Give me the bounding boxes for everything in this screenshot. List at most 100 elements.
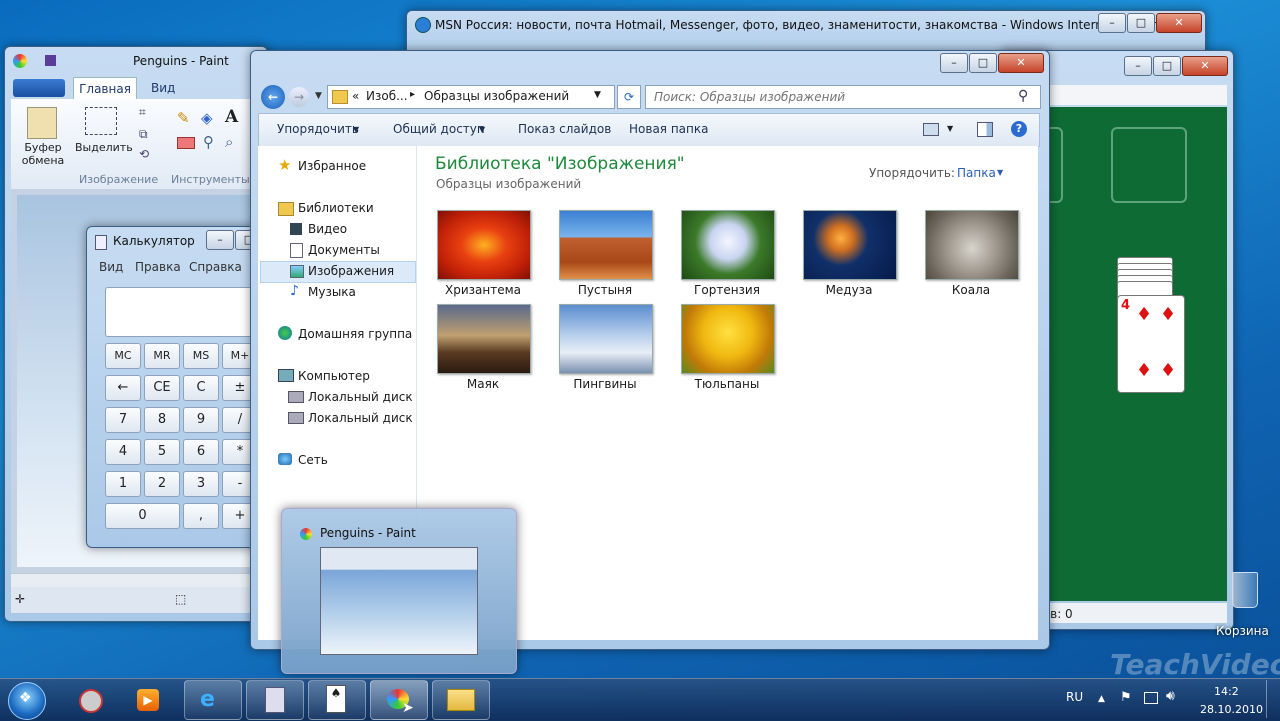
clipboard-button[interactable]: Буфер обмена <box>15 141 71 167</box>
breadcrumb-library[interactable]: Изоб... <box>366 89 408 103</box>
back-button[interactable]: ← <box>261 85 285 109</box>
quick-save-icon[interactable] <box>45 55 56 66</box>
thumb-penguins[interactable] <box>559 304 653 374</box>
calc-key[interactable]: 3 <box>183 471 219 497</box>
four-of-diamonds-card[interactable]: 4 ♦ ♦ ♦ ♦ <box>1117 295 1185 393</box>
calculator-minimize-button[interactable]: – <box>206 230 234 250</box>
ie-minimize-button[interactable]: – <box>1098 13 1126 33</box>
file-tulips[interactable]: Тюльпаны <box>667 377 787 391</box>
thumb-koala[interactable] <box>925 210 1019 280</box>
taskbar-solitaire[interactable]: ♠ <box>308 680 366 720</box>
taskbar-media-player[interactable]: ▶ <box>120 680 178 720</box>
ie-close-button[interactable]: ✕ <box>1156 13 1202 33</box>
taskbar-preview[interactable]: Penguins - Paint <box>281 508 517 674</box>
nav-disk-c[interactable]: Локальный диск (C <box>308 390 429 404</box>
search-box[interactable]: ⚲ <box>645 85 1041 109</box>
new-folder-button[interactable]: Новая папка <box>629 122 708 136</box>
preview-pane-icon[interactable] <box>977 122 993 137</box>
show-desktop-button[interactable] <box>1266 680 1279 718</box>
calc-key[interactable]: 8 <box>144 407 180 433</box>
action-center-icon[interactable]: ⚑ <box>1120 690 1132 705</box>
ie-maximize-button[interactable]: □ <box>1127 13 1155 33</box>
calc-menu-help[interactable]: Справка <box>189 260 242 274</box>
search-input[interactable] <box>652 88 1016 106</box>
resize-icon[interactable]: ⧉ <box>139 127 148 142</box>
color-picker-icon[interactable]: ⚲ <box>203 133 214 151</box>
taskbar-explorer[interactable] <box>432 680 490 720</box>
network-tray-icon[interactable] <box>1144 692 1158 704</box>
eraser-icon[interactable] <box>177 137 195 149</box>
recycle-bin-icon[interactable] <box>1232 572 1258 608</box>
nav-documents[interactable]: Документы <box>308 243 380 257</box>
crop-icon[interactable]: ⌗ <box>139 105 146 120</box>
calc-key[interactable]: 2 <box>144 471 180 497</box>
nav-images[interactable]: Изображения <box>308 264 394 278</box>
clock-date[interactable]: 28.10.2010 <box>1200 703 1263 716</box>
file-lighthouse[interactable]: Маяк <box>423 377 543 391</box>
calc-key[interactable]: 9 <box>183 407 219 433</box>
calc-key[interactable]: , <box>183 503 219 529</box>
file-jellyfish[interactable]: Медуза <box>789 283 909 297</box>
tab-home[interactable]: Главная <box>73 77 137 100</box>
calc-key[interactable]: MS <box>183 343 219 369</box>
preview-thumbnail[interactable] <box>320 547 478 655</box>
tab-view[interactable]: Вид <box>151 81 175 95</box>
calc-key[interactable]: 4 <box>105 439 141 465</box>
file-penguins[interactable]: Пингвины <box>545 377 665 391</box>
calc-key[interactable]: MC <box>105 343 141 369</box>
show-hidden-icons[interactable]: ▲ <box>1098 694 1105 704</box>
thumb-desert[interactable] <box>559 210 653 280</box>
solitaire-minimize-button[interactable]: – <box>1124 56 1152 76</box>
organize-button[interactable]: Упорядочить <box>277 122 359 136</box>
arrange-dropdown-icon[interactable]: ▼ <box>997 168 1003 177</box>
share-button[interactable]: Общий доступ <box>393 122 485 136</box>
taskbar-internet-explorer[interactable]: e <box>184 680 242 720</box>
breadcrumb-overflow[interactable]: « <box>352 89 359 103</box>
nav-disk-e[interactable]: Локальный диск (E: <box>308 411 433 425</box>
organize-dropdown-icon[interactable]: ▼ <box>353 125 359 134</box>
help-icon[interactable]: ? <box>1011 121 1027 137</box>
file-hydrangeas[interactable]: Гортензия <box>667 283 787 297</box>
volume-icon[interactable]: 🔊︎ <box>1166 688 1175 704</box>
thumb-chrysanthemum[interactable] <box>437 210 531 280</box>
select-button[interactable]: Выделить <box>75 141 133 154</box>
explorer-minimize-button[interactable]: – <box>940 53 968 73</box>
arrange-by-value[interactable]: Папка <box>957 166 996 180</box>
taskbar-paint[interactable] <box>370 680 428 720</box>
nav-video[interactable]: Видео <box>308 222 347 236</box>
views-icon[interactable] <box>923 123 939 136</box>
select-icon[interactable] <box>85 107 117 135</box>
clock-time[interactable]: 14:2 <box>1214 685 1239 698</box>
recent-pages-dropdown[interactable]: ▼ <box>315 91 322 101</box>
thumb-jellyfish[interactable] <box>803 210 897 280</box>
calc-key[interactable]: ← <box>105 375 141 401</box>
address-dropdown-icon[interactable]: ▼ <box>594 90 601 100</box>
taskbar-calculator[interactable] <box>246 680 304 720</box>
thumb-lighthouse[interactable] <box>437 304 531 374</box>
calc-key[interactable]: MR <box>144 343 180 369</box>
calc-key[interactable]: CE <box>144 375 180 401</box>
nav-libraries[interactable]: Библиотеки <box>298 201 374 215</box>
magnifier-icon[interactable]: ⌕ <box>225 133 233 151</box>
thumb-tulips[interactable] <box>681 304 775 374</box>
fill-icon[interactable]: ◈ <box>201 109 213 127</box>
calc-key[interactable]: 5 <box>144 439 180 465</box>
file-koala[interactable]: Коала <box>911 283 1031 297</box>
address-bar[interactable]: « Изоб... ▸ Образцы изображений ▼ <box>327 85 615 109</box>
breadcrumb-separator-icon[interactable]: ▸ <box>410 89 415 100</box>
rotate-icon[interactable]: ⟲ <box>139 147 149 161</box>
explorer-close-button[interactable]: ✕ <box>998 53 1044 73</box>
calc-menu-edit[interactable]: Правка <box>135 260 181 274</box>
nav-music[interactable]: Музыка <box>308 285 356 299</box>
nav-network[interactable]: Сеть <box>298 453 328 467</box>
solitaire-maximize-button[interactable]: □ <box>1153 56 1181 76</box>
thumb-hydrangeas[interactable] <box>681 210 775 280</box>
refresh-button[interactable]: ⟳ <box>617 85 641 109</box>
file-desert[interactable]: Пустыня <box>545 283 665 297</box>
views-dropdown-icon[interactable]: ▼ <box>947 124 953 133</box>
solitaire-close-button[interactable]: ✕ <box>1182 56 1228 76</box>
nav-homegroup[interactable]: Домашняя группа <box>298 327 412 341</box>
slideshow-button[interactable]: Показ слайдов <box>518 122 611 136</box>
calculator-window[interactable]: Калькулятор – □ Вид Правка Справка MC MR M… <box>86 226 268 548</box>
breadcrumb-current[interactable]: Образцы изображений <box>424 89 569 103</box>
